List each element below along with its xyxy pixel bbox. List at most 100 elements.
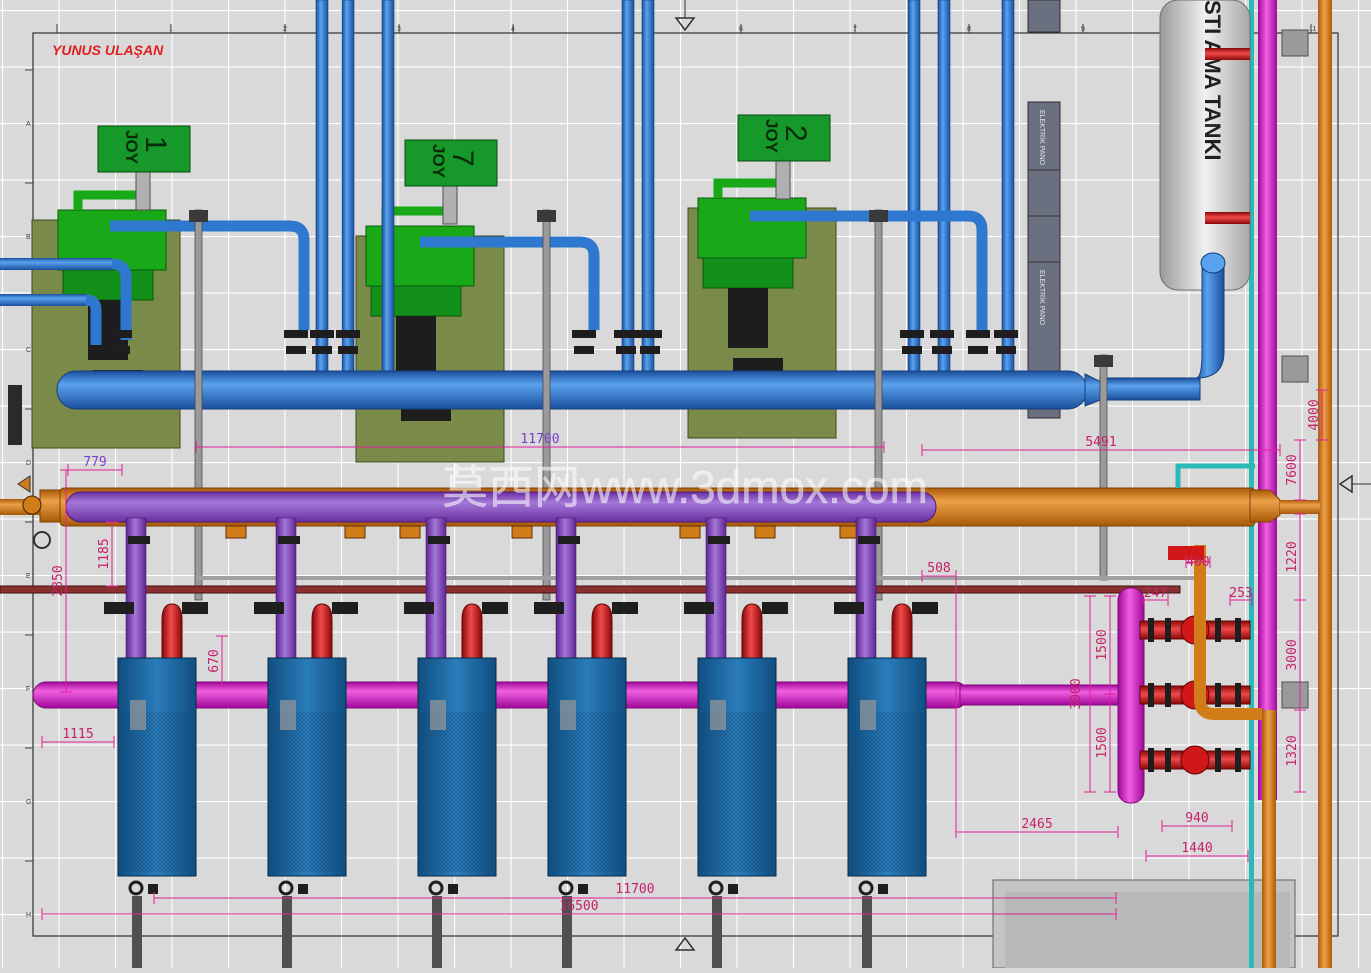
leg	[282, 896, 292, 968]
flange	[1165, 683, 1171, 707]
dim-label: 940	[1185, 811, 1208, 826]
valve-flange	[616, 346, 636, 354]
dim-label: 779	[83, 455, 106, 470]
riser	[341, 0, 355, 373]
dim-label: 1320	[1285, 735, 1300, 766]
foot-bolt	[298, 884, 308, 894]
stub-left-1	[0, 258, 112, 270]
bracket-3	[1281, 681, 1309, 709]
cad-viewport[interactable]: 123456789101112 ABCDEFGH STI AMA TANKI E…	[0, 0, 1371, 969]
dim-label: 508	[927, 561, 950, 576]
riser	[1001, 0, 1015, 373]
valve-flange	[284, 330, 308, 338]
dim-label: 11700	[520, 432, 559, 447]
valve	[404, 602, 434, 614]
post	[542, 209, 551, 601]
flange	[1148, 683, 1154, 707]
foot-bolt	[448, 884, 458, 894]
red-branch	[461, 603, 483, 661]
dim-label: 11700	[615, 882, 654, 897]
boiler-flue	[710, 700, 726, 730]
post	[194, 209, 203, 601]
valve	[182, 602, 208, 614]
dim-label: 1220	[1285, 541, 1300, 572]
dim-label: 5491	[1085, 435, 1116, 450]
foot-bolt	[578, 884, 588, 894]
flange	[1148, 618, 1154, 642]
valve-flange	[966, 330, 990, 338]
riser	[937, 0, 951, 373]
chiller-number: 7	[446, 150, 479, 167]
valve-flange	[640, 346, 660, 354]
valve	[834, 602, 864, 614]
dim-label: 400	[1186, 555, 1209, 570]
riser	[315, 0, 329, 373]
author-label: YUNUS ULAŞAN	[52, 42, 164, 58]
riser	[621, 0, 635, 373]
boiler-flue	[130, 700, 146, 730]
orange-stub	[399, 525, 421, 539]
piping-drawing[interactable]: 123456789101112 ABCDEFGH STI AMA TANKI E…	[0, 0, 1371, 969]
valve-flange	[574, 346, 594, 354]
valve-flange	[932, 346, 952, 354]
leg	[862, 896, 872, 968]
dim-label: 3000	[1069, 678, 1084, 709]
valve	[332, 602, 358, 614]
dim-label: 247	[1144, 586, 1167, 601]
valve-flange	[110, 346, 130, 354]
orange-riser-right	[1318, 0, 1332, 968]
boiler-mesh	[850, 712, 924, 872]
boiler-mesh	[270, 712, 344, 872]
flange	[1215, 748, 1221, 772]
flange	[1165, 618, 1171, 642]
valve-flange	[994, 330, 1018, 338]
valve-flange	[968, 346, 988, 354]
dim-label: 1115	[62, 727, 93, 742]
flange	[1165, 748, 1171, 772]
ruler-label: 11	[1309, 26, 1316, 33]
chilled-water-header[interactable]	[56, 370, 1088, 410]
valve-flange	[614, 330, 638, 338]
valve-flange	[996, 346, 1016, 354]
valve	[762, 602, 788, 614]
riser	[907, 0, 921, 373]
valve	[684, 602, 714, 614]
floor-plate-inner	[1005, 892, 1290, 968]
dim-label: 1440	[1181, 841, 1212, 856]
leg	[712, 896, 722, 968]
flange	[1235, 683, 1241, 707]
dim-label: 1500	[1095, 629, 1110, 660]
tank-nozzle-1	[1205, 48, 1250, 60]
bracket-2	[1281, 355, 1309, 383]
chiller-number: 2	[779, 125, 812, 142]
boiler-flue	[280, 700, 296, 730]
watermark: 莫西网www.3dmox.com	[442, 461, 928, 513]
valve	[912, 602, 938, 614]
tank-label: STI AMA TANKI	[1200, 0, 1225, 161]
boiler-mesh	[700, 712, 774, 872]
orange-stub	[225, 525, 247, 539]
ruler-label: G	[26, 799, 31, 806]
valve	[482, 602, 508, 614]
valve-flange	[638, 330, 662, 338]
valve	[708, 536, 730, 544]
ruler-label: A	[26, 121, 31, 128]
orange-return-riser	[1262, 710, 1276, 968]
foot-bolt	[148, 884, 158, 894]
flange	[1235, 748, 1241, 772]
magenta-riser	[1258, 0, 1277, 800]
flange	[1215, 683, 1221, 707]
red-branch	[161, 603, 183, 661]
ruler-label: D	[26, 460, 31, 467]
valve	[104, 602, 134, 614]
valve-flange	[338, 346, 358, 354]
boiler-flue	[560, 700, 576, 730]
dim-label: 253	[1229, 586, 1252, 601]
boiler-mesh	[120, 712, 194, 872]
ruler-label: F	[26, 686, 30, 693]
dim-label: 2850	[51, 565, 66, 596]
panel-label-1: ELEKTRİK PANO	[1038, 110, 1047, 166]
chiller-number: 1	[139, 136, 172, 153]
ruler-label: E	[26, 573, 31, 580]
bracket-1	[1281, 29, 1309, 57]
